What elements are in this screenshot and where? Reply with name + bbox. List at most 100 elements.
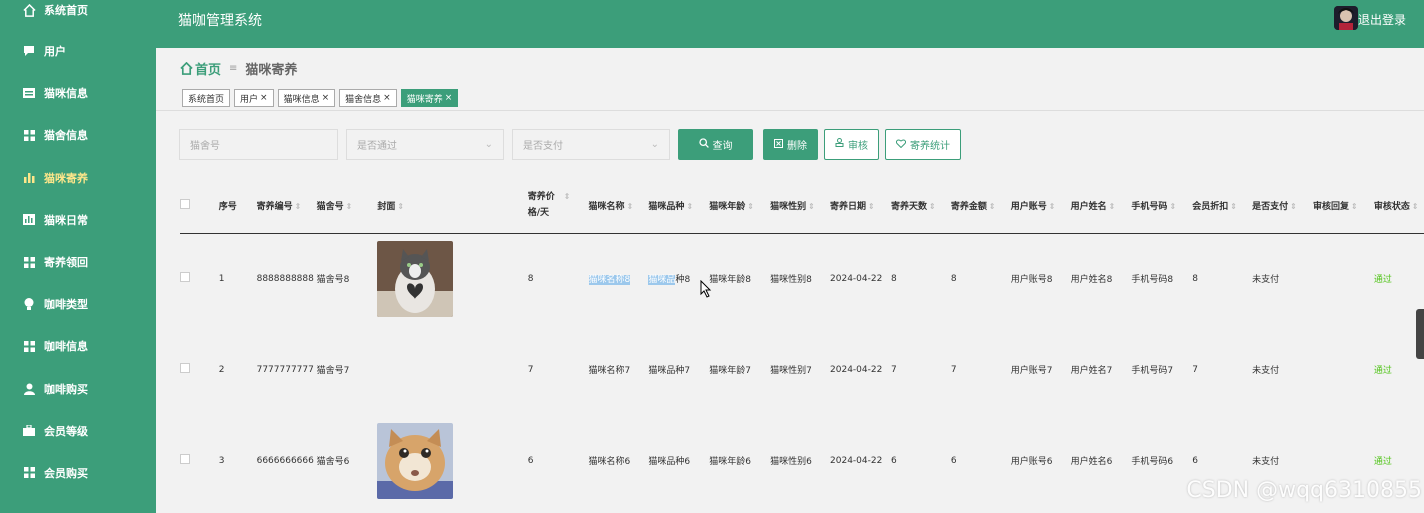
column-header[interactable]: 猫舍号 ⇕	[317, 178, 378, 233]
cat-photo-1[interactable]	[377, 240, 454, 317]
sidebar-item-users[interactable]: 用户	[0, 30, 156, 72]
cattery-search-input[interactable]: 猫舍号	[179, 129, 338, 160]
column-header[interactable]: 寄养价格/天⇕	[528, 178, 589, 233]
column-header[interactable]: 猫咪品种 ⇕	[648, 178, 709, 233]
tab-home[interactable]: 系统首页	[182, 89, 231, 107]
sort-icon[interactable]: ⇕	[1230, 202, 1237, 211]
sidebar-item-coffee-type[interactable]: 咖啡类型	[0, 283, 156, 325]
close-icon[interactable]: ×	[383, 93, 391, 103]
cell-phone: 手机号码6	[1131, 457, 1174, 467]
tab-cat-info[interactable]: 猫咪信息 ×	[277, 89, 336, 107]
sort-icon[interactable]: ⇕	[989, 202, 996, 211]
sidebar-item-coffee-info[interactable]: 咖啡信息	[0, 325, 156, 367]
sort-icon[interactable]: ⇕	[1109, 202, 1116, 211]
cat-photo-2[interactable]	[377, 422, 454, 499]
column-header[interactable]: 是否支付 ⇕	[1252, 178, 1313, 233]
grid-icon	[22, 339, 36, 353]
home-icon	[180, 62, 193, 75]
sort-icon[interactable]: ⇕	[747, 202, 754, 211]
column-header[interactable]: 猫咪年龄 ⇕	[709, 178, 770, 233]
sort-icon[interactable]: ⇕	[868, 202, 875, 211]
cell-price: 6	[527, 455, 534, 466]
paid-select[interactable]: 是否支付 ⌄	[512, 129, 670, 160]
selected-text: 猫咪名称8	[588, 275, 631, 286]
tab-cat-boarding[interactable]: 猫咪寄养 ×	[400, 89, 459, 107]
table-row[interactable]: 1 8888888888 猫舍号8 8 猫咪名称8 猫咪品种8 猫咪年龄8 猫咪…	[180, 233, 1424, 324]
close-icon[interactable]: ×	[260, 93, 268, 103]
close-icon[interactable]: ×	[445, 93, 453, 103]
top-bar: 猫咖管理系统 退出登录	[156, 0, 1424, 48]
sidebar-item-boarding-return[interactable]: 寄养领回	[0, 241, 156, 283]
cell-reply	[1313, 324, 1374, 415]
sort-icon[interactable]: ⇕	[295, 202, 302, 211]
sort-icon[interactable]: ⇕	[627, 202, 634, 211]
row-checkbox[interactable]	[180, 272, 190, 283]
sort-icon[interactable]: ⇕	[346, 202, 353, 211]
cell-amount: 8	[950, 273, 957, 284]
row-checkbox[interactable]	[180, 363, 190, 373]
sort-icon[interactable]: ⇕	[564, 192, 571, 201]
column-header[interactable]: 寄养编号 ⇕	[257, 178, 317, 233]
table-row[interactable]: 2 7777777777 猫舍号7 7 猫咪名称7 猫咪品种7 猫咪年龄7 猫咪…	[180, 324, 1424, 415]
tab-users[interactable]: 用户 ×	[234, 89, 274, 107]
delete-button[interactable]: 删除	[763, 129, 818, 160]
column-header[interactable]: 寄养天数 ⇕	[891, 178, 951, 233]
sort-icon[interactable]: ⇕	[1412, 202, 1419, 211]
sort-icon[interactable]: ⇕	[397, 202, 404, 211]
heart-icon	[896, 139, 906, 151]
sort-icon[interactable]: ⇕	[808, 202, 815, 211]
sort-icon[interactable]: ⇕	[686, 202, 693, 211]
column-header[interactable]: 猫咪性别 ⇕	[770, 178, 830, 233]
column-header[interactable]: 审核状态 ⇕	[1374, 178, 1424, 233]
column-header[interactable]: 序号	[219, 178, 257, 233]
column-header[interactable]: 用户账号 ⇕	[1011, 178, 1071, 233]
sidebar-item-cat-boarding[interactable]: 猫咪寄养	[0, 157, 156, 199]
scrollbar-thumb[interactable]	[1416, 309, 1424, 359]
sort-icon[interactable]: ⇕	[1351, 202, 1358, 211]
column-header[interactable]: 用户姓名 ⇕	[1071, 178, 1132, 233]
sidebar-item-label: 猫咪日常	[44, 213, 88, 227]
text: 种8	[675, 275, 691, 286]
breadcrumb-home[interactable]: 首页	[180, 59, 221, 78]
audit-button[interactable]: 审核	[824, 129, 879, 160]
sort-icon[interactable]: ⇕	[1290, 202, 1297, 211]
sidebar-item-coffee-purchase[interactable]: 咖啡购买	[0, 368, 156, 410]
cell-cover	[377, 233, 527, 324]
column-header[interactable]: 手机号码 ⇕	[1131, 178, 1192, 233]
cell-username: 用户姓名7	[1070, 366, 1113, 376]
sidebar-item-cat-daily[interactable]: 猫咪日常	[0, 199, 156, 241]
close-icon[interactable]: ×	[322, 93, 330, 103]
column-header[interactable]: 封面 ⇕	[377, 178, 527, 233]
column-header[interactable]: 寄养金额 ⇕	[951, 178, 1011, 233]
sidebar-item-cat-info[interactable]: 猫咪信息	[0, 72, 156, 114]
boarding-stats-button[interactable]: 寄养统计	[885, 129, 961, 160]
cell-breed: 猫咪品种6	[648, 457, 691, 467]
sidebar-item-home[interactable]: 系统首页	[0, 0, 156, 20]
cell-code: 7777777777	[256, 364, 314, 375]
logout-button[interactable]: 退出登录	[1358, 11, 1406, 28]
query-button[interactable]: 查询	[678, 129, 753, 160]
passed-select[interactable]: 是否通过 ⌄	[346, 129, 504, 160]
grid-icon	[22, 128, 36, 142]
column-header[interactable]: 会员折扣 ⇕	[1192, 178, 1252, 233]
sidebar-item-member-level[interactable]: 会员等级	[0, 410, 156, 452]
sidebar-item-cattery-info[interactable]: 猫舍信息	[0, 114, 156, 156]
column-header[interactable]: 猫咪名称 ⇕	[589, 178, 649, 233]
tab-cattery-info[interactable]: 猫舍信息 ×	[339, 89, 397, 107]
sort-icon[interactable]: ⇕	[929, 202, 936, 211]
sort-icon[interactable]: ⇕	[1169, 202, 1176, 211]
sidebar-item-member-purchase[interactable]: 会员购买	[0, 452, 156, 494]
briefcase-icon	[22, 424, 36, 438]
sort-icon[interactable]: ⇕	[1049, 202, 1056, 211]
column-header[interactable]: 审核回复 ⇕	[1313, 178, 1374, 233]
avatar[interactable]	[1334, 6, 1358, 30]
cell-breed: 猫咪品种8	[648, 233, 709, 324]
cell-username: 用户姓名8	[1070, 275, 1113, 286]
tab-label: 系统首页	[188, 94, 225, 105]
column-header[interactable]: 寄养日期 ⇕	[830, 178, 891, 233]
row-checkbox[interactable]	[180, 454, 190, 464]
divider	[156, 110, 1424, 111]
select-all-checkbox[interactable]	[180, 198, 190, 209]
cell-cattery: 猫舍号8	[316, 275, 350, 286]
sidebar-item-label: 系统首页	[44, 4, 88, 17]
